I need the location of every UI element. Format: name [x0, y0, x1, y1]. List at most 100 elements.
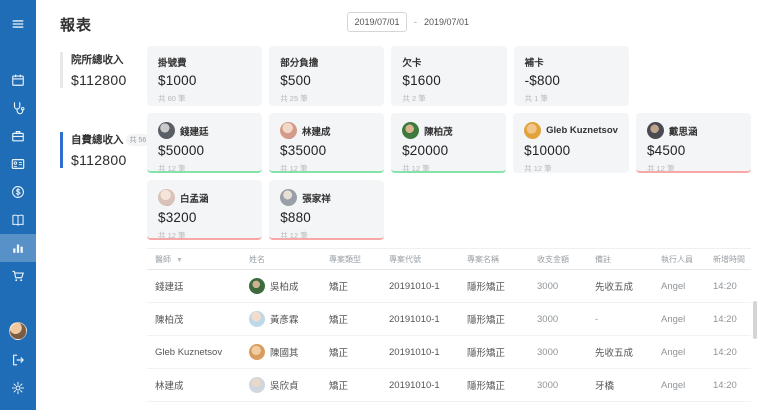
gear-icon[interactable] — [0, 374, 36, 402]
col-time: 新增時間 — [713, 254, 751, 265]
col-type: 專案類型 — [329, 254, 389, 265]
patient-avatar — [249, 377, 265, 393]
cell-type: 矯正 — [329, 345, 389, 359]
doctor-cards-row-1: 錢建廷 $50000 共 12 筆 林建成 $35000 共 12 筆 陳柏茂 … — [147, 113, 751, 173]
cell-staff: Angel — [661, 380, 713, 391]
doctor-name: 錢建廷 — [180, 124, 209, 138]
card-title: 補卡 — [525, 55, 618, 69]
date-end-input[interactable]: 2019/07/01 — [424, 17, 469, 27]
doctor-avatar — [280, 189, 297, 206]
table-header-row: 醫師▼ 姓名 專案類型 專案代號 專案名稱 收支金額 備註 執行人員 新增時間 — [147, 249, 751, 270]
cell-patient: 吳欣貞 — [249, 377, 329, 393]
cell-type: 矯正 — [329, 279, 389, 293]
table-row[interactable]: 錢建廷 吳柏成 矯正 20191010-1 隱形矯正 3000 先收五成 Ang… — [147, 270, 751, 303]
cell-amount: 3000 — [537, 347, 595, 358]
table-row[interactable]: 陳柏茂 黃彥霖 矯正 20191010-1 隱形矯正 3000 - Angel … — [147, 303, 751, 336]
card-count: 共 12 筆 — [280, 163, 373, 174]
card-value: $880 — [280, 210, 373, 225]
card-value: $1000 — [158, 73, 251, 88]
date-range-separator: - — [414, 17, 417, 27]
cell-time: 14:20 — [713, 314, 751, 325]
doctor-card: 陳柏茂 $20000 共 12 筆 — [391, 113, 506, 173]
doctor-avatar — [647, 122, 664, 139]
cell-amount: 3000 — [537, 281, 595, 292]
cell-project: 隱形矯正 — [467, 312, 537, 326]
dollar-icon[interactable] — [0, 178, 36, 206]
cell-time: 14:20 — [713, 281, 751, 292]
cell-type: 矯正 — [329, 378, 389, 392]
doctor-name: 戴思涵 — [669, 124, 698, 138]
bar-chart-icon[interactable] — [0, 234, 36, 262]
table-row[interactable]: Gleb Kuznetsov 陳國其 矯正 20191010-1 隱形矯正 30… — [147, 336, 751, 369]
stat-cards-row: 掛號費 $1000 共 60 筆 部分負擔 $500 共 25 筆 欠卡 $16… — [147, 46, 751, 106]
menu-icon[interactable] — [0, 10, 36, 38]
doctor-name: 張家祥 — [302, 191, 331, 205]
table-row[interactable]: 林建成 吳欣貞 矯正 20191010-1 隱形矯正 3000 牙橋 Angel… — [147, 369, 751, 402]
cell-time: 14:20 — [713, 347, 751, 358]
card-count: 共 12 筆 — [280, 230, 373, 241]
summary-selfpaid-total: 自費總收入 共 56 筆 $112800 — [60, 132, 138, 168]
doctor-name: 白孟涵 — [180, 191, 209, 205]
cell-project: 隱形矯正 — [467, 345, 537, 359]
cell-code: 20191010-1 — [389, 347, 467, 358]
card-title: 掛號費 — [158, 55, 251, 69]
card-value: $35000 — [280, 143, 373, 158]
card-value: $3200 — [158, 210, 251, 225]
summary-clinic-value: $112800 — [71, 72, 138, 88]
card-count: 共 12 筆 — [647, 163, 740, 174]
col-doctor[interactable]: 醫師▼ — [155, 254, 249, 265]
cart-icon[interactable] — [0, 262, 36, 290]
doctor-name: 林建成 — [302, 124, 331, 138]
app-window: 報表 - 2019/07/01 院所總收入 $112800 自費總收入 共 56… — [0, 0, 760, 410]
card-value: $500 — [280, 73, 373, 88]
cell-note: 先收五成 — [595, 279, 661, 293]
stat-card-card-owed: 欠卡 $1600 共 2 筆 — [391, 46, 506, 106]
card-value: $1600 — [402, 73, 495, 88]
briefcase-icon[interactable] — [0, 122, 36, 150]
table-scrollbar[interactable] — [753, 301, 757, 339]
sidebar-nav — [0, 66, 36, 290]
card-title: 欠卡 — [402, 55, 495, 69]
stat-card-registration-fee: 掛號費 $1000 共 60 筆 — [147, 46, 262, 106]
page-header: 報表 - 2019/07/01 — [60, 10, 751, 44]
doctor-avatar — [402, 122, 419, 139]
cell-staff: Angel — [661, 281, 713, 292]
doctor-card: 張家祥 $880 共 12 筆 — [269, 180, 384, 240]
cell-note: 牙橋 — [595, 378, 661, 392]
cell-code: 20191010-1 — [389, 380, 467, 391]
col-staff: 執行人員 — [661, 254, 713, 265]
main-content: 報表 - 2019/07/01 院所總收入 $112800 自費總收入 共 56… — [36, 0, 760, 410]
user-avatar[interactable] — [9, 322, 27, 340]
cell-code: 20191010-1 — [389, 281, 467, 292]
card-count: 共 2 筆 — [402, 93, 495, 104]
summary-selfpaid-label: 自費總收入 — [71, 132, 124, 147]
card-title: 部分負擔 — [280, 55, 373, 69]
card-count: 共 12 筆 — [524, 163, 618, 174]
doctor-name: 陳柏茂 — [424, 124, 453, 138]
doctor-avatar — [158, 189, 175, 206]
table-row[interactable]: 假牙+全瓷美白 王翔捷 矯正 20191010-1 隱形矯正 3000 - An… — [147, 402, 751, 410]
card-count: 共 25 筆 — [280, 93, 373, 104]
cell-amount: 3000 — [537, 380, 595, 391]
patient-avatar — [249, 278, 265, 294]
summary-column: 院所總收入 $112800 自費總收入 共 56 筆 $112800 — [60, 46, 138, 410]
cards-and-table: 掛號費 $1000 共 60 筆 部分負擔 $500 共 25 筆 欠卡 $16… — [147, 46, 751, 410]
doctor-cards-row-2: 白孟涵 $3200 共 12 筆 張家祥 $880 共 12 筆 — [147, 180, 751, 240]
patient-avatar — [249, 344, 265, 360]
cell-project: 隱形矯正 — [467, 378, 537, 392]
card-count: 共 1 筆 — [525, 93, 618, 104]
logout-icon[interactable] — [0, 346, 36, 374]
doctor-avatar — [524, 122, 541, 139]
doctor-name: Gleb Kuznetsov — [546, 125, 618, 136]
sidebar-bottom — [0, 322, 36, 402]
summary-selfpaid-value: $112800 — [71, 152, 138, 168]
cell-project: 隱形矯正 — [467, 279, 537, 293]
records-table: 醫師▼ 姓名 專案類型 專案代號 專案名稱 收支金額 備註 執行人員 新增時間 … — [147, 248, 751, 410]
sort-caret-icon: ▼ — [176, 257, 183, 264]
calendar-icon[interactable] — [0, 66, 36, 94]
id-card-icon[interactable] — [0, 150, 36, 178]
date-start-input[interactable] — [347, 12, 407, 32]
stethoscope-icon[interactable] — [0, 94, 36, 122]
book-icon[interactable] — [0, 206, 36, 234]
doctor-avatar — [158, 122, 175, 139]
